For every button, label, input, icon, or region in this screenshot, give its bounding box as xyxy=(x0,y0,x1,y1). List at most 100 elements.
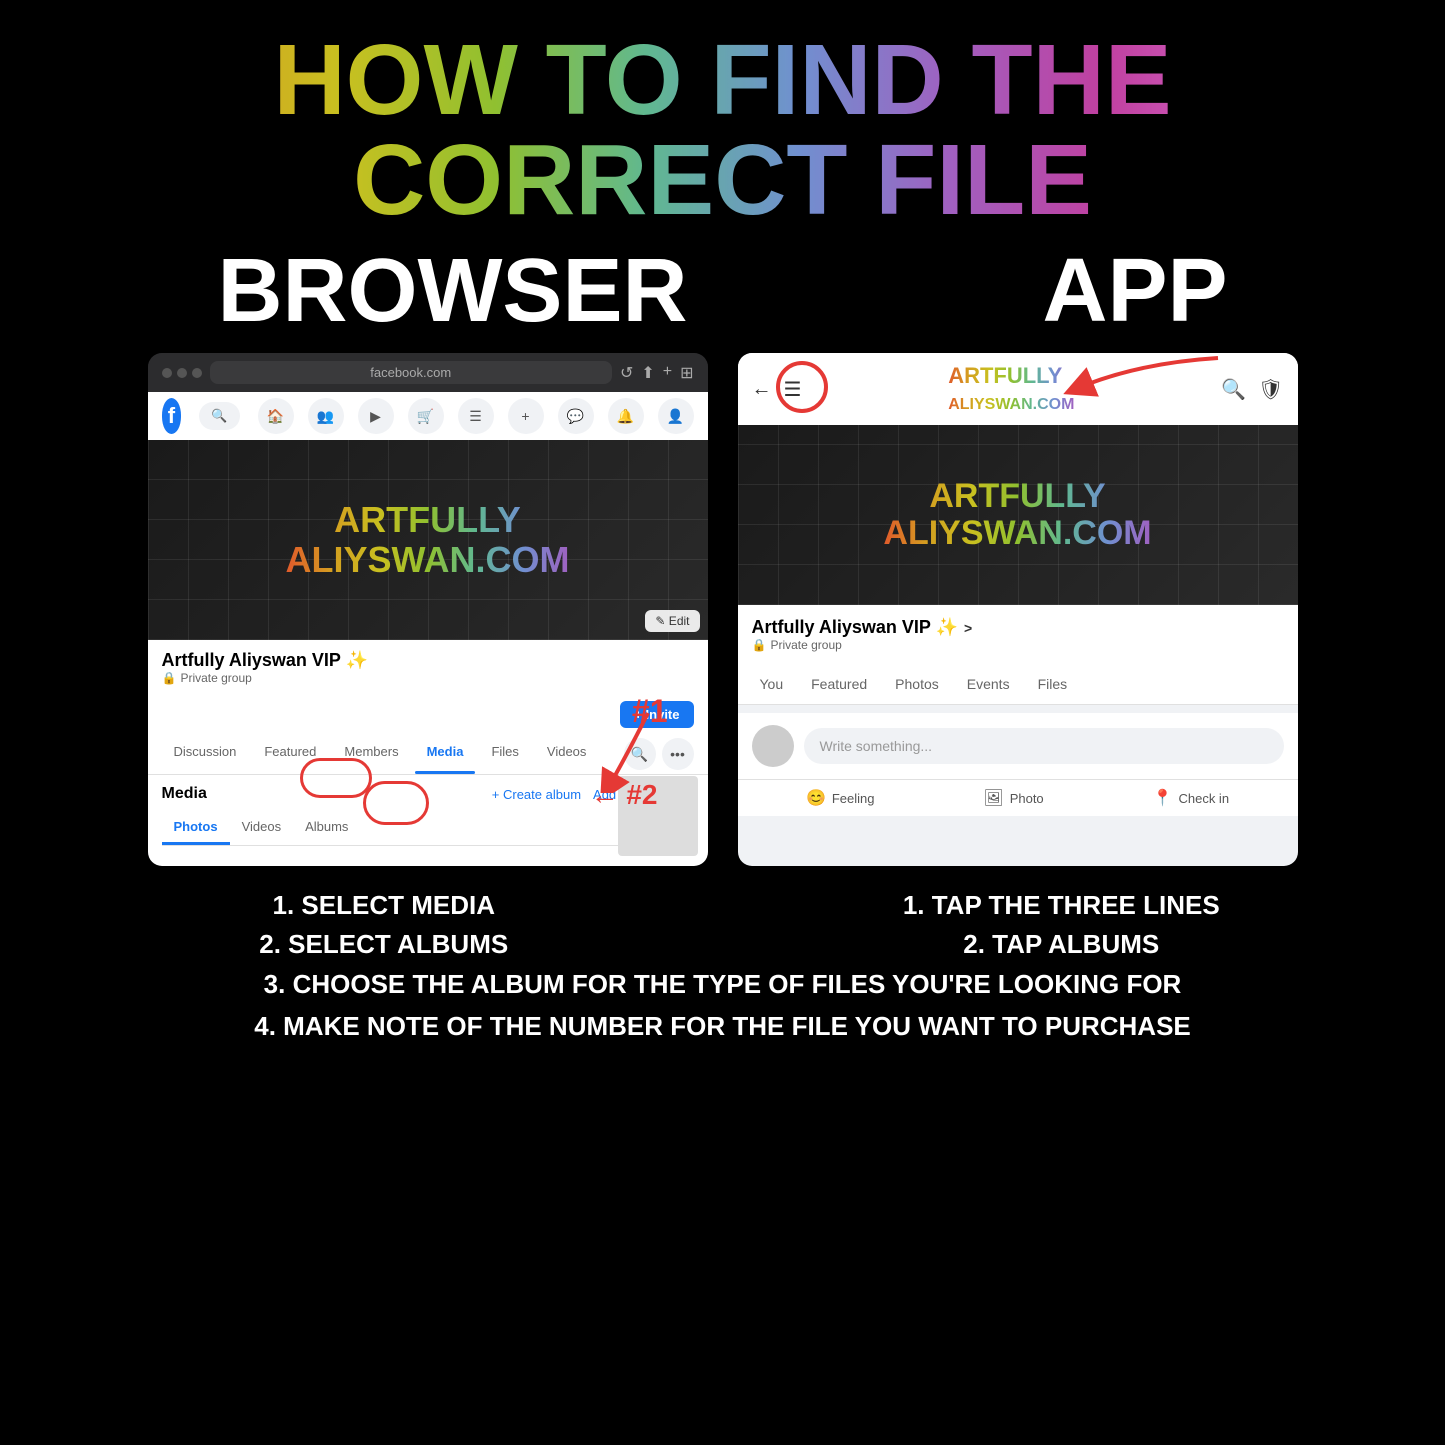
instructions-row: 1. SELECT MEDIA 2. SELECT ALBUMS 1. TAP … xyxy=(40,886,1405,964)
fb-media-title: Media xyxy=(162,785,207,803)
fb-edit-btn[interactable]: ✎ Edit xyxy=(645,610,699,632)
browser-dots xyxy=(162,368,202,378)
app-private: 🔒 Private group xyxy=(752,638,1284,652)
checkin-action[interactable]: 📍 Check in xyxy=(1153,788,1230,808)
full-instructions-text: 3. CHOOSE THE ALBUM FOR THE TYPE OF FILE… xyxy=(40,964,1405,1047)
tab-files[interactable]: Files xyxy=(479,734,530,774)
browser-dot-2 xyxy=(177,368,187,378)
app-instructions: 1. TAP THE THREE LINES 2. TAP ALBUMS xyxy=(738,886,1386,964)
tab-media[interactable]: Media xyxy=(415,734,476,774)
fb-cover-text: ARTFULLYALIYSWAN.COM xyxy=(286,500,570,579)
create-album-btn[interactable]: + Create album xyxy=(492,787,581,802)
app-header-title: ARTFULLYALIYSWAN.COM xyxy=(948,363,1074,415)
tab-featured[interactable]: Featured xyxy=(252,734,328,774)
app-header-right: 🔍 🛡 xyxy=(1221,377,1283,402)
main-title: HOW TO FIND THE CORRECT FILE xyxy=(40,30,1405,230)
app-panel: ← ☰ ARTFULLYALIYSWAN.COM 🔍 🛡 ARTFULLYALI… xyxy=(738,353,1298,866)
browser-step2: 2. SELECT ALBUMS xyxy=(259,929,508,959)
browser-instructions: 1. SELECT MEDIA 2. SELECT ALBUMS xyxy=(60,886,708,964)
notifications-icon: 🔔 xyxy=(608,398,644,434)
app-tab-files[interactable]: Files xyxy=(1024,664,1082,704)
browser-icons-right: ↺ ⬆ + ⊞ xyxy=(620,363,694,383)
app-step2: 2. TAP ALBUMS xyxy=(963,929,1159,959)
column-headers: BROWSER APP xyxy=(40,240,1405,343)
fb-group-info: Artfully Aliyswan VIP ✨ 🔒 Private group xyxy=(148,640,708,695)
share-icon: ⬆ xyxy=(641,363,654,383)
app-tabs: You Featured Photos Events Files xyxy=(738,664,1298,705)
browser-dot-1 xyxy=(162,368,172,378)
more-tab-icon[interactable]: ••• xyxy=(662,738,694,770)
marketplace-icon: 🛒 xyxy=(408,398,444,434)
tab-discussion[interactable]: Discussion xyxy=(162,734,249,774)
messenger-icon: 💬 xyxy=(558,398,594,434)
fb-group-name: Artfully Aliyswan VIP ✨ xyxy=(162,650,694,671)
app-action-row: 😊 Feeling 🖼 Photo 📍 Check in xyxy=(738,779,1298,816)
browser-url: facebook.com xyxy=(210,361,612,384)
browser-instructions-text: 1. SELECT MEDIA 2. SELECT ALBUMS xyxy=(60,886,708,964)
checkin-label: Check in xyxy=(1178,791,1229,806)
fb-media-subtabs: Photos Videos Albums xyxy=(162,811,694,846)
app-tab-events[interactable]: Events xyxy=(953,664,1024,704)
private-label: Private group xyxy=(180,671,251,685)
full-step4: 4. MAKE NOTE OF THE NUMBER FOR THE FILE … xyxy=(254,1011,1191,1041)
annotation-2: ← #2 xyxy=(591,779,658,811)
app-tab-featured[interactable]: Featured xyxy=(797,664,881,704)
create-icon: + xyxy=(508,398,544,434)
full-instructions: 3. CHOOSE THE ALBUM FOR THE TYPE OF FILE… xyxy=(40,964,1405,1047)
feeling-label: Feeling xyxy=(832,791,875,806)
browser-panel: facebook.com ↺ ⬆ + ⊞ f 🔍 🏠 👥 ▶ 🛒 ☰ xyxy=(148,353,708,866)
search-tab-icon[interactable]: 🔍 xyxy=(624,738,656,770)
app-compose-input[interactable]: Write something... xyxy=(804,728,1284,764)
friends-icon: 👥 xyxy=(308,398,344,434)
app-search-icon[interactable]: 🔍 xyxy=(1221,377,1246,402)
app-lock-icon: 🔒 xyxy=(752,638,767,652)
fb-invite-row: + Invite xyxy=(148,695,708,734)
app-group-name: Artfully Aliyswan VIP ✨ xyxy=(752,617,958,638)
browser-dot-3 xyxy=(192,368,202,378)
tab-members[interactable]: Members xyxy=(332,734,410,774)
fb-nav-icons: 🏠 👥 ▶ 🛒 ☰ + 💬 🔔 👤 xyxy=(258,398,694,434)
app-tab-you[interactable]: You xyxy=(746,664,798,704)
lock-icon: 🔒 xyxy=(162,671,177,685)
app-private-label: Private group xyxy=(770,638,841,652)
subtab-photos[interactable]: Photos xyxy=(162,811,230,845)
add-tab-icon: + xyxy=(663,363,672,383)
screenshots-row: facebook.com ↺ ⬆ + ⊞ f 🔍 🏠 👥 ▶ 🛒 ☰ xyxy=(40,353,1405,866)
photo-label: Photo xyxy=(1010,791,1044,806)
fb-nav: f 🔍 🏠 👥 ▶ 🛒 ☰ + 💬 🔔 👤 xyxy=(148,392,708,440)
app-header-bar: ← ☰ ARTFULLYALIYSWAN.COM 🔍 🛡 xyxy=(738,353,1298,425)
browser-toolbar: facebook.com ↺ ⬆ + ⊞ xyxy=(148,353,708,392)
app-back-btn[interactable]: ← xyxy=(752,378,772,401)
tabs-icon: ⊞ xyxy=(680,363,693,383)
app-group-info: Artfully Aliyswan VIP ✨ > 🔒 Private grou… xyxy=(738,605,1298,664)
feeling-icon: 😊 xyxy=(806,788,826,808)
app-cover-text: ARTFULLYALIYSWAN.COM xyxy=(883,478,1151,553)
annotation-1: #1 xyxy=(632,693,668,730)
browser-header: BROWSER xyxy=(217,240,687,343)
app-tab-photos[interactable]: Photos xyxy=(881,664,953,704)
subtab-videos[interactable]: Videos xyxy=(230,811,294,845)
photo-icon: 🖼 xyxy=(983,788,1003,808)
fb-tabs: Discussion Featured Members Media Files … xyxy=(148,734,708,775)
subtab-albums[interactable]: Albums xyxy=(293,811,360,845)
browser-step1: 1. SELECT MEDIA xyxy=(273,890,495,920)
reload-icon: ↺ xyxy=(620,363,633,383)
app-instructions-text: 1. TAP THE THREE LINES 2. TAP ALBUMS xyxy=(738,886,1386,964)
app-compose-area: Write something... xyxy=(738,713,1298,779)
feeling-action[interactable]: 😊 Feeling xyxy=(806,788,875,808)
full-step3: 3. CHOOSE THE ALBUM FOR THE TYPE OF FILE… xyxy=(264,969,1182,999)
app-shield-icon[interactable]: 🛡 xyxy=(1258,377,1283,402)
tab-videos[interactable]: Videos xyxy=(535,734,599,774)
app-header: APP xyxy=(1042,240,1227,343)
checkin-icon: 📍 xyxy=(1153,788,1173,808)
watch-icon: ▶ xyxy=(358,398,394,434)
profile-icon: 👤 xyxy=(658,398,694,434)
app-chevron-icon: > xyxy=(964,620,972,636)
fb-search[interactable]: 🔍 xyxy=(199,402,239,430)
fb-cover: ARTFULLYALIYSWAN.COM ✎ Edit xyxy=(148,440,708,640)
photo-action[interactable]: 🖼 Photo xyxy=(983,788,1043,808)
app-header-left: ← ☰ xyxy=(752,377,802,402)
home-icon: 🏠 xyxy=(258,398,294,434)
menu-icon: ☰ xyxy=(458,398,494,434)
app-menu-btn[interactable]: ☰ xyxy=(784,377,802,402)
